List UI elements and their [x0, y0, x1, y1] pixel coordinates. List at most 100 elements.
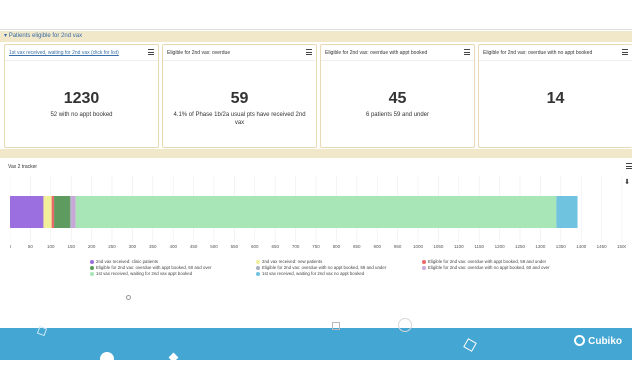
- card-overdue-no-appt[interactable]: Eligible for 2nd vax: overdue with no ap…: [478, 44, 632, 148]
- grid-icon: [332, 322, 340, 330]
- bar-segment-2[interactable]: [51, 196, 55, 228]
- tick-label: 1250: [515, 244, 526, 249]
- card-waiting-2nd-vax[interactable]: 1st vax received, waiting for 2nd vax (c…: [4, 44, 159, 148]
- bar-segment-0[interactable]: [10, 196, 44, 228]
- chart-legend: 2nd vax received: clinic patients Eligibl…: [90, 259, 610, 283]
- legend-dot-icon: [422, 260, 426, 264]
- tick-label: 550: [231, 244, 239, 249]
- hamburger-menu-icon[interactable]: [306, 49, 312, 55]
- tick-label: 950: [394, 244, 402, 249]
- tick-label: 150: [67, 244, 75, 249]
- hamburger-menu-icon[interactable]: [464, 49, 470, 55]
- tick-label: 0: [10, 244, 12, 249]
- legend-label: Eligible for 2nd vax: overdue with no ap…: [262, 265, 387, 270]
- tick-label: 700: [292, 244, 300, 249]
- diamond-icon: [168, 352, 179, 363]
- bar-segment-1[interactable]: [43, 196, 52, 228]
- card-title: Eligible for 2nd vax: overdue: [167, 50, 231, 56]
- card-subtext: 6 patients 59 and under: [365, 112, 430, 118]
- tick-label: 100: [47, 244, 55, 249]
- tick-label: 1400: [576, 244, 587, 249]
- section-divider: [0, 149, 632, 158]
- legend-label: Eligible for 2nd vax: overdue with appt …: [428, 259, 547, 264]
- legend-dot-icon: [256, 272, 260, 276]
- card-title-link[interactable]: 1st vax received, waiting for 2nd vax (c…: [9, 50, 119, 56]
- hamburger-menu-icon[interactable]: [148, 49, 154, 55]
- legend-item[interactable]: Eligible for 2nd vax: overdue with appt …: [422, 259, 546, 264]
- section-header[interactable]: ▾ Patients eligible for 2nd vax: [0, 31, 632, 42]
- tick-label: 1500: [617, 244, 626, 249]
- tick-label: 1300: [535, 244, 546, 249]
- tick-label: 350: [149, 244, 157, 249]
- tick-label: 1000: [413, 244, 424, 249]
- tick-label: 1200: [495, 244, 506, 249]
- tick-label: 500: [210, 244, 218, 249]
- bar-segment-7[interactable]: [556, 196, 578, 228]
- card-overdue[interactable]: Eligible for 2nd vax: overdue 59 4.1% of…: [162, 44, 317, 148]
- bar-segment-3[interactable]: [54, 196, 70, 228]
- tick-label: 650: [271, 244, 279, 249]
- legend-dot-icon: [422, 266, 426, 270]
- card-overdue-appt-booked[interactable]: Eligible for 2nd vax: overdue with appt …: [320, 44, 475, 148]
- ring-icon: [398, 318, 412, 332]
- hamburger-menu-icon[interactable]: [622, 49, 628, 55]
- vax-tracker-panel: Vax 2 tracker ⬇ 050100150200250300350400…: [0, 158, 632, 286]
- legend-dot-icon: [90, 266, 94, 270]
- legend-label: Eligible for 2nd vax: overdue with no ap…: [428, 265, 550, 270]
- bar-segment-6[interactable]: [75, 196, 557, 228]
- tick-label: 200: [88, 244, 96, 249]
- tick-label: 1450: [597, 244, 608, 249]
- section-title[interactable]: ▾ Patients eligible for 2nd vax: [4, 32, 82, 39]
- footer-bar: Cubiko: [0, 318, 632, 366]
- triangle-icon: [36, 325, 48, 337]
- tracker-chart: 0 50 100 150 200 250 300 350 400 450 500 550 600 650 7…: [10, 176, 626, 249]
- tick-label: 850: [353, 244, 361, 249]
- tick-label: 900: [373, 244, 381, 249]
- circle-icon: [100, 352, 114, 366]
- card-subtext: 52 with no appt booked: [50, 112, 113, 118]
- tick-label: 750: [312, 244, 320, 249]
- tick-label: 1350: [556, 244, 567, 249]
- triangle-icon: [463, 338, 477, 352]
- tick-label: 800: [333, 244, 341, 249]
- tick-label: 1150: [474, 244, 484, 249]
- tick-label: 300: [129, 244, 137, 249]
- legend-label: Eligible for 2nd vax: overdue with appt …: [96, 265, 212, 270]
- legend-dot-icon: [256, 266, 260, 270]
- card-value: 1230: [63, 90, 100, 107]
- circle-icon: [126, 295, 131, 300]
- tick-label: 450: [190, 244, 198, 249]
- card-header: Eligible for 2nd vax: overdue: [163, 45, 316, 61]
- card-value: 45: [388, 90, 407, 107]
- tick-label: 50: [28, 244, 34, 249]
- legend-label: 1st vax received, waiting for 2nd vax ap…: [96, 271, 193, 276]
- card-title: Eligible for 2nd vax: overdue with no ap…: [483, 50, 593, 56]
- legend-item[interactable]: Eligible for 2nd vax: overdue with appt …: [90, 265, 211, 270]
- legend-dot-icon: [256, 260, 260, 264]
- bar-segment-4[interactable]: [69, 196, 72, 228]
- card-subtext: 4.1% of Phase 1b/2a usual pts have recei…: [173, 112, 306, 126]
- legend-dot-icon: [90, 260, 94, 264]
- legend-item[interactable]: 2nd vax received: clinic patients: [90, 259, 158, 264]
- card-value: 59: [230, 90, 249, 107]
- bar-segment-5[interactable]: [71, 196, 76, 228]
- tick-label: 600: [251, 244, 259, 249]
- legend-item[interactable]: 1st vax received, waiting for 2nd vax ap…: [90, 271, 192, 276]
- tick-label: 1100: [454, 244, 464, 249]
- cubiko-logo: Cubiko: [574, 335, 622, 347]
- hamburger-menu-icon[interactable]: [626, 163, 632, 169]
- chevron-down-icon: ▾: [4, 33, 8, 39]
- legend-item[interactable]: 2nd vax received: new patients: [256, 259, 322, 264]
- legend-label: 2nd vax received: new patients: [262, 259, 323, 264]
- legend-dot-icon: [90, 272, 94, 276]
- tick-label: 250: [108, 244, 116, 249]
- legend-item[interactable]: Eligible for 2nd vax: overdue with no ap…: [256, 265, 386, 270]
- tick-label: 1050: [433, 244, 444, 249]
- card-header: Eligible for 2nd vax: overdue with no ap…: [479, 45, 632, 61]
- card-title: Eligible for 2nd vax: overdue with appt …: [325, 50, 428, 56]
- tick-label: 400: [169, 244, 177, 249]
- legend-item[interactable]: Eligible for 2nd vax: overdue with no ap…: [422, 265, 550, 270]
- card-value: 14: [546, 90, 565, 107]
- legend-item[interactable]: 1st vax received, waiting for 2nd vax no…: [256, 271, 364, 276]
- card-header: Eligible for 2nd vax: overdue with appt …: [321, 45, 474, 61]
